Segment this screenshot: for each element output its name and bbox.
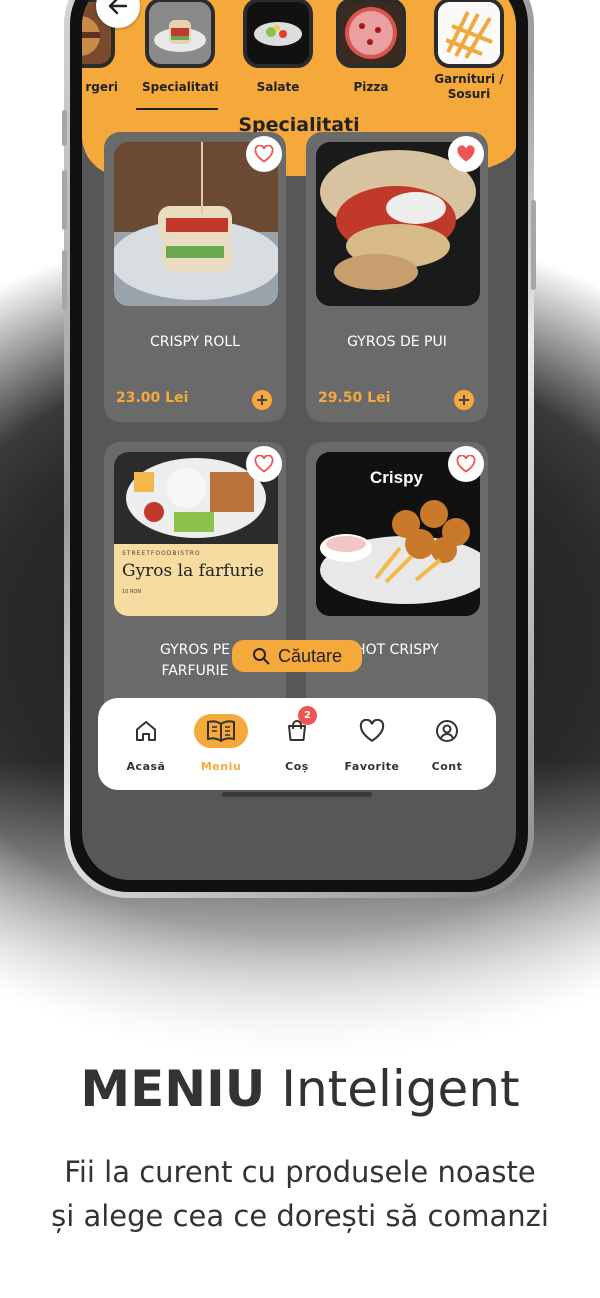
marketing-headline: MENIU Inteligent <box>0 1060 600 1118</box>
category-garnituri-sosuri[interactable]: Garnituri / Sosuri <box>431 0 507 102</box>
subtitle-line-1: Fii la curent cu produsele noaste <box>64 1155 536 1189</box>
image-title-text: Gyros la farfurie <box>122 561 265 581</box>
category-salate[interactable]: Salate <box>240 0 316 95</box>
nav-item-cont[interactable]: Cont <box>412 714 482 773</box>
product-card-crispy-roll[interactable]: CRISPY ROLL 23.00 Lei <box>104 132 286 422</box>
user-icon <box>436 720 458 742</box>
search-button[interactable]: Căutare <box>232 640 362 672</box>
search-icon <box>252 648 270 665</box>
image-brand-text: STREETFOODBISTRO <box>122 550 201 557</box>
nav-label: Cont <box>431 760 463 773</box>
add-to-cart-button[interactable] <box>252 390 272 410</box>
nav-item-cos[interactable]: 2 Coș <box>262 706 332 773</box>
category-thumb <box>145 0 215 68</box>
heart-filled-icon <box>457 145 475 162</box>
menu-book-icon <box>207 720 235 742</box>
category-label: Garnituri / Sosuri <box>434 72 504 101</box>
active-nav-pill <box>194 714 248 748</box>
nav-label: Coș <box>285 760 309 773</box>
product-card-gyros-de-pui[interactable]: GYROS DE PUI 29.50 Lei <box>306 132 488 422</box>
product-card-gyros-pe-farfurie[interactable]: STREETFOODBISTRO Gyros la farfurie 10 RO… <box>104 442 286 732</box>
heart-outline-icon <box>456 455 476 473</box>
heart-icon <box>359 719 385 742</box>
category-label: Pizza <box>353 80 389 94</box>
phone-frame: rgeri Specialitati Salate Pizza Garnitur… <box>62 0 536 898</box>
bottom-nav: Acasă Meniu 2 Coș Favorite Cont <box>98 698 496 790</box>
category-label: Specialitati <box>142 80 219 94</box>
add-to-cart-button[interactable] <box>454 390 474 410</box>
category-thumb <box>434 0 504 68</box>
category-label: Salate <box>256 80 300 94</box>
category-label: rgeri <box>85 80 118 94</box>
category-bar: rgeri Specialitati Salate Pizza Garnitur… <box>82 0 516 118</box>
search-label: Căutare <box>277 645 343 666</box>
image-weight-text: 10 RON <box>122 589 142 595</box>
nav-label: Acasă <box>126 760 166 773</box>
product-price: 29.50 Lei <box>318 390 391 406</box>
headline-bold: MENIU <box>80 1060 266 1118</box>
arrow-left-icon <box>108 0 128 15</box>
headline-rest: Inteligent <box>265 1060 520 1118</box>
subtitle-line-2: și alege cea ce dorești să comanzi <box>51 1199 549 1233</box>
product-name: GYROS DE PUI <box>347 334 447 350</box>
nav-item-meniu[interactable]: Meniu <box>186 714 256 773</box>
product-card-hot-crispy[interactable]: Crispy HOT CRISPY <box>306 442 488 732</box>
plus-icon <box>257 395 267 405</box>
active-category-indicator <box>136 108 218 110</box>
favorite-button[interactable] <box>448 446 484 482</box>
plus-icon <box>459 395 469 405</box>
favorite-button[interactable] <box>246 446 282 482</box>
home-indicator <box>222 792 372 797</box>
nav-label: Favorite <box>344 760 400 773</box>
favorite-button[interactable] <box>448 136 484 172</box>
product-price: 23.00 Lei <box>116 390 189 406</box>
app-screen: rgeri Specialitati Salate Pizza Garnitur… <box>82 0 516 880</box>
product-name: CRISPY ROLL <box>149 334 240 350</box>
cart-count-badge: 2 <box>298 706 317 725</box>
category-thumb <box>336 0 406 68</box>
nav-item-acasa[interactable]: Acasă <box>111 714 181 773</box>
home-icon <box>136 721 156 741</box>
category-thumb <box>243 0 313 68</box>
marketing-subtitle: Fii la curent cu produsele noaste și ale… <box>0 1150 600 1238</box>
category-pizza[interactable]: Pizza <box>333 0 409 95</box>
category-specialitati[interactable]: Specialitati <box>142 0 219 95</box>
image-title-text: Crispy <box>370 468 423 487</box>
nav-label: Meniu <box>200 760 242 773</box>
favorite-button[interactable] <box>246 136 282 172</box>
heart-outline-icon <box>254 455 274 473</box>
nav-item-favorite[interactable]: Favorite <box>337 714 407 773</box>
heart-outline-icon <box>254 145 274 163</box>
